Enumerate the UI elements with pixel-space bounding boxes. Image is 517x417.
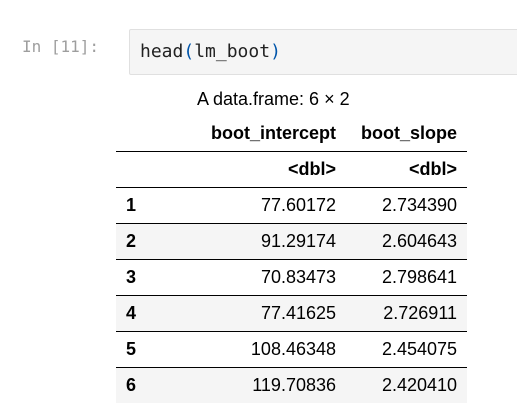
code-open-paren: ( (183, 41, 195, 62)
table-row: 6 119.70836 2.420410 (116, 367, 468, 403)
cell-boot-intercept: 77.41625 (260, 302, 337, 323)
table-row: 4 77.41625 2.726911 (116, 295, 468, 331)
code-close-paren: ) (270, 41, 281, 62)
table-row: 1 77.60172 2.734390 (116, 187, 468, 223)
cell-boot-slope: 2.420410 (381, 374, 458, 395)
corner-header (116, 117, 146, 151)
dataframe-caption: A data.frame: 6 × 2 (197, 89, 350, 109)
cell-boot-intercept: 77.60172 (260, 194, 337, 215)
cell-boot-intercept: 70.83473 (260, 266, 337, 287)
cell-boot-slope: 2.734390 (381, 194, 458, 215)
code-input-cell[interactable]: head(lm_boot) (129, 29, 517, 75)
row-index: 5 (126, 338, 137, 359)
code-argument: lm_boot (194, 41, 271, 62)
column-header-boot-slope: boot_slope (361, 123, 458, 144)
row-index: 6 (126, 374, 137, 395)
column-type-boot-slope: <dbl> (346, 150, 468, 187)
cell-boot-slope: 2.726911 (383, 302, 458, 323)
row-index: 1 (126, 194, 137, 215)
input-prompt: In [11]: (22, 37, 100, 56)
table-row: 3 70.83473 2.798641 (116, 259, 468, 295)
row-index: 3 (126, 266, 137, 287)
type-corner (116, 150, 147, 187)
cell-boot-intercept: 119.70836 (252, 374, 337, 395)
column-header-boot-intercept: boot_intercept (211, 123, 337, 144)
code-text[interactable]: head(lm_boot) (140, 41, 281, 62)
cell-boot-slope: 2.604643 (381, 230, 458, 251)
column-type-boot-intercept: <dbl> (146, 150, 347, 187)
table-row: 2 91.29174 2.604643 (116, 223, 468, 259)
cell-boot-slope: 2.798641 (381, 266, 458, 287)
cell-boot-intercept: 108.46348 (250, 338, 337, 359)
cell-boot-slope: 2.454075 (381, 338, 458, 359)
code-function: head (140, 41, 184, 62)
row-index: 4 (126, 302, 137, 323)
cell-boot-intercept: 91.29174 (260, 230, 337, 251)
row-index: 2 (126, 230, 137, 251)
dataframe-table: boot_intercept boot_slope <dbl> <dbl> 1 … (116, 117, 468, 403)
table-row: 5 108.46348 2.454075 (116, 331, 468, 367)
